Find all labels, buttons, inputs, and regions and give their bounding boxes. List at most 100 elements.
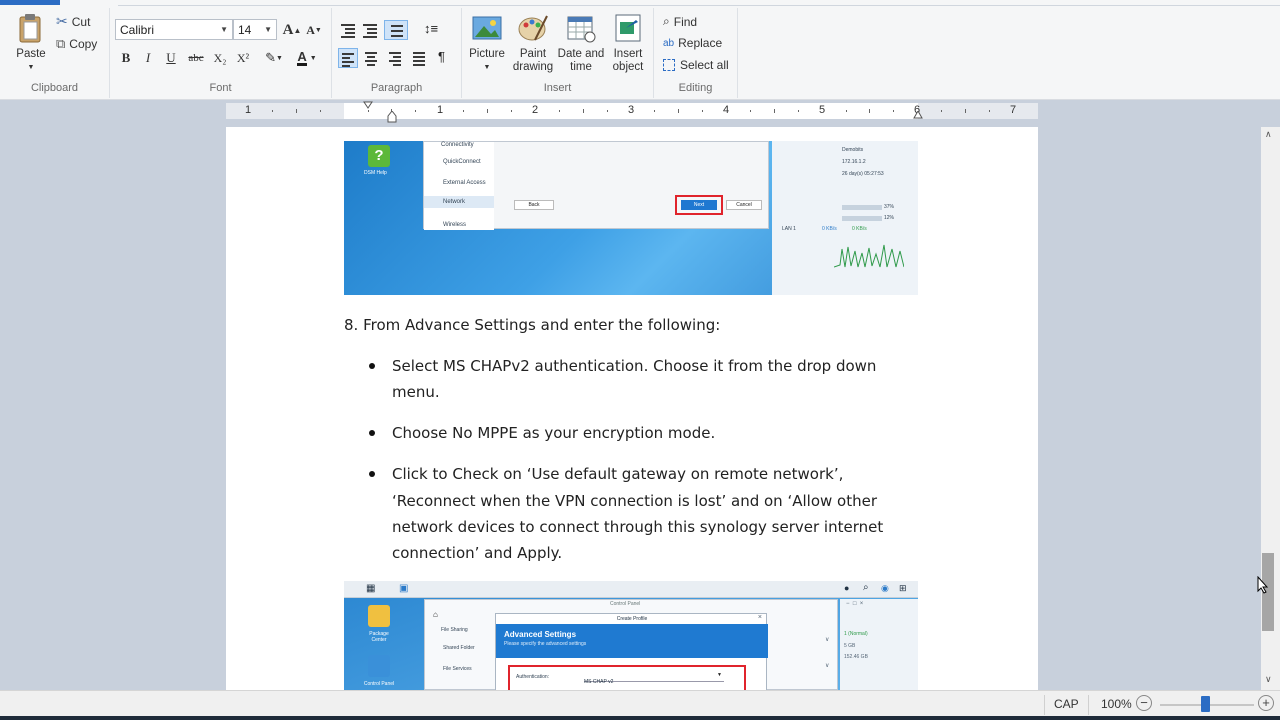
increase-indent-button[interactable] xyxy=(360,20,380,40)
ruler-tick xyxy=(965,109,966,113)
hanging-indent-marker[interactable] xyxy=(387,111,397,123)
picture-dropdown-icon[interactable]: ▼ xyxy=(484,61,491,74)
font-group: Calibri ▼ 14 ▼ A ▲ A ▼ B I U abc X₂ X² ✎ ▼ … xyxy=(110,8,332,98)
grow-font-button[interactable]: A ▲ xyxy=(282,20,302,40)
find-button[interactable]: ⌕ Find xyxy=(663,14,697,29)
date-time-label-1: Date and xyxy=(557,48,605,60)
align-right-button[interactable] xyxy=(386,48,406,68)
paragraph-group-label: Paragraph xyxy=(370,82,423,94)
lan-label: LAN 1 xyxy=(782,226,796,232)
ruler-tick xyxy=(582,109,584,113)
font-size-combo[interactable]: 14 ▼ xyxy=(233,19,277,40)
embedded-screenshot-advanced-settings[interactable]: ▦ ▣ ● ⌕ ◉ ⊞ Package Center Control Panel… xyxy=(344,581,918,690)
zoom-out-icon[interactable]: − xyxy=(1136,695,1152,711)
file-tab-indicator[interactable] xyxy=(0,0,60,5)
control-panel-icon xyxy=(368,655,390,677)
line-spacing-icon: ↕≡ xyxy=(424,21,439,36)
underline-button[interactable]: U xyxy=(161,48,181,68)
select-all-label: Select all xyxy=(680,58,729,72)
ruler-tick xyxy=(749,110,751,112)
paste-dropdown-icon[interactable]: ▼ xyxy=(28,61,35,74)
ribbon: Paste ▼ ✂ Cut ⧉ Copy Clipboard Calibri ▼… xyxy=(0,0,1280,100)
strikethrough-button[interactable]: abc xyxy=(186,48,206,68)
clipboard-group: Paste ▼ ✂ Cut ⧉ Copy Clipboard xyxy=(0,8,110,98)
picture-button[interactable]: Picture ▼ xyxy=(468,12,506,74)
replace-button[interactable]: ab Replace xyxy=(663,36,722,50)
highlight-button[interactable]: ✎ ▼ xyxy=(260,48,288,68)
control-panel-label: Control Panel xyxy=(363,681,395,687)
date-time-button[interactable]: Date and time xyxy=(556,12,606,74)
paragraph-settings-button[interactable]: ¶ xyxy=(434,48,454,68)
zoom-slider-thumb[interactable] xyxy=(1201,696,1210,712)
grid-icon: ▦ xyxy=(366,583,376,594)
package-center-label: Package Center xyxy=(369,631,389,643)
dsm-help-icon: ? xyxy=(368,145,390,167)
ruler-tick xyxy=(941,110,943,112)
bullet-2: Choose No MPPE as your encryption mode. xyxy=(392,424,716,442)
control-panel-window: Control Panel ⌂ File Sharing Shared Fold… xyxy=(424,599,838,690)
advanced-settings-heading: Advanced Settings xyxy=(504,630,577,639)
scroll-down-icon[interactable]: ∨ xyxy=(1265,674,1272,685)
replace-label: Replace xyxy=(678,36,723,50)
ruler-right-margin xyxy=(918,103,1038,119)
align-left-button[interactable] xyxy=(338,48,358,68)
scroll-up-icon[interactable]: ∧ xyxy=(1265,129,1272,140)
ruler-tick xyxy=(606,110,608,112)
paint-palette-icon xyxy=(518,15,548,41)
nav-item: File Services xyxy=(443,666,472,672)
line-spacing-button[interactable]: ↕≡ xyxy=(422,20,448,40)
package-center-icon xyxy=(368,605,390,627)
close-icon: × xyxy=(757,614,762,621)
ruler-tick xyxy=(654,110,656,112)
embedded-screenshot-network[interactable]: ? DSM Help Connectivity QuickConnect Ext… xyxy=(344,141,918,295)
insert-object-icon xyxy=(615,14,641,42)
justify-button[interactable] xyxy=(410,48,430,68)
os-taskbar-edge xyxy=(0,716,1280,720)
ruler-tick xyxy=(893,110,895,112)
picture-icon xyxy=(472,16,502,40)
highlighter-icon: ✎ xyxy=(265,50,276,65)
ruler-number: 3 xyxy=(627,104,635,116)
italic-button[interactable]: I xyxy=(138,48,158,68)
editing-group: ⌕ Find ab Replace Select all Editing xyxy=(654,8,738,98)
dialog-title: Create Profile xyxy=(616,616,648,622)
status-divider xyxy=(1044,695,1045,715)
select-all-button[interactable]: Select all xyxy=(663,58,729,72)
font-color-button[interactable]: A ▼ xyxy=(292,48,322,68)
dsm-taskbar: ▦ ▣ ● ⌕ ◉ ⊞ xyxy=(344,581,918,598)
paint-drawing-button[interactable]: Paint drawing xyxy=(510,12,556,74)
sidebar-item-external-access: External Access xyxy=(443,180,486,186)
cut-button[interactable]: ✂ Cut xyxy=(56,13,90,30)
bold-button[interactable]: B xyxy=(116,48,136,68)
decrease-indent-button[interactable] xyxy=(338,20,358,40)
ruler-tick xyxy=(988,110,990,112)
align-center-button[interactable] xyxy=(362,48,382,68)
dsm-help-label: DSM Help xyxy=(364,170,387,176)
zoom-in-icon[interactable]: + xyxy=(1258,695,1274,711)
superscript-button[interactable]: X² xyxy=(233,48,253,68)
sidebar-item-wireless: Wireless xyxy=(443,222,467,228)
widget-line: 26 day(s) 05:27:53 xyxy=(842,171,884,177)
usage-percent: 12% xyxy=(884,215,895,221)
font-name-combo[interactable]: Calibri ▼ xyxy=(115,19,233,40)
storage-widget: − □ × 1 (Normal) 5 GB 152.46 GB xyxy=(840,599,918,690)
usage-bar xyxy=(842,216,882,221)
ruler[interactable]: 1 1 2 3 4 5 6 7 xyxy=(226,101,1038,123)
binoculars-icon: ⌕ xyxy=(663,14,670,28)
right-indent-marker[interactable] xyxy=(913,111,923,119)
subscript-button[interactable]: X₂ xyxy=(210,48,230,68)
first-line-indent-marker[interactable] xyxy=(363,101,373,109)
shrink-font-button[interactable]: A ▼ xyxy=(304,20,324,40)
user-icon: ● xyxy=(844,583,850,593)
copy-button[interactable]: ⧉ Copy xyxy=(56,36,97,52)
chevron-down-icon: ▼ xyxy=(264,25,272,34)
usage-bar xyxy=(842,205,882,210)
paste-button[interactable]: Paste ▼ xyxy=(14,12,48,74)
document-page[interactable]: ? DSM Help Connectivity QuickConnect Ext… xyxy=(226,127,1038,690)
select-all-icon xyxy=(663,59,675,71)
insert-object-button[interactable]: Insert object xyxy=(608,12,648,74)
bullets-button[interactable] xyxy=(384,20,408,40)
ruler-number: 5 xyxy=(818,104,826,116)
ruler-tick xyxy=(463,110,465,112)
insert-group-label: Insert xyxy=(543,82,572,94)
